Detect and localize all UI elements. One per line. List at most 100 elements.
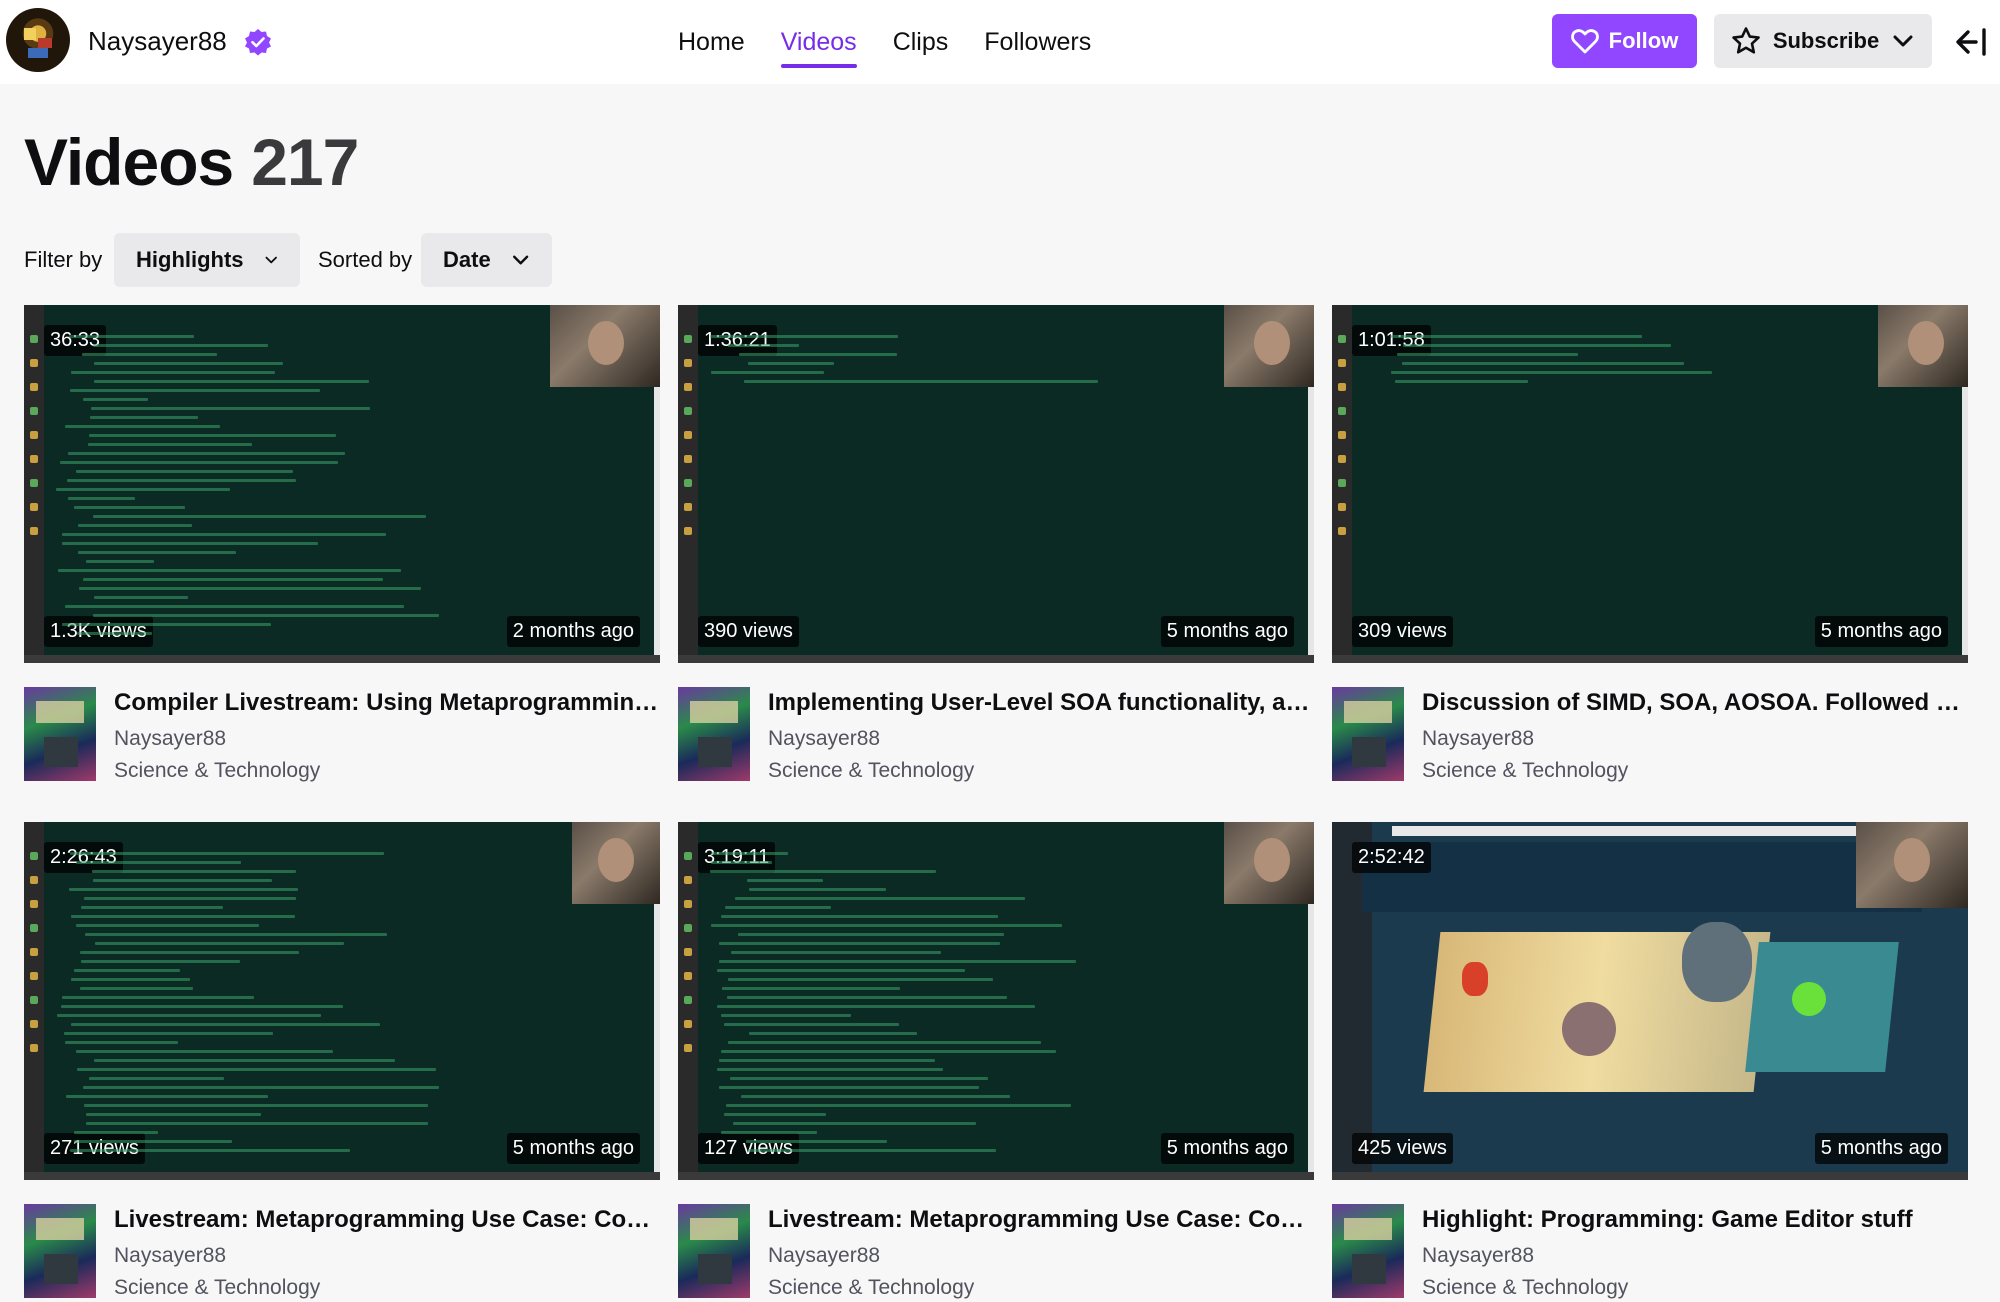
editor-gutter-icon: [30, 503, 38, 511]
code-line: [1391, 371, 1712, 374]
code-line: [78, 524, 192, 527]
video-title[interactable]: Implementing User-Level SOA functionalit…: [768, 689, 1314, 717]
code-line: [95, 942, 344, 945]
video-title[interactable]: Livestream: Metaprogramming Use Case: Co…: [768, 1206, 1314, 1234]
tab-home[interactable]: Home: [660, 0, 763, 84]
editor-gutter-icon: [30, 948, 38, 956]
code-line: [69, 335, 194, 338]
code-line: [719, 1086, 979, 1089]
sort-dropdown[interactable]: Date: [421, 233, 552, 287]
collapse-chat-icon[interactable]: [1952, 26, 1988, 58]
video-category[interactable]: Science & Technology: [1422, 759, 1628, 783]
video-channel[interactable]: Naysayer88: [768, 727, 880, 751]
editor-gutter-icon: [684, 455, 692, 463]
code-line: [84, 897, 296, 900]
video-category[interactable]: Science & Technology: [768, 759, 974, 783]
code-line: [741, 1095, 1010, 1098]
code-line: [719, 942, 1000, 945]
code-line: [74, 969, 180, 972]
video-thumbnail[interactable]: 2:26:43 271 views 5 months ago: [24, 822, 660, 1180]
category-box-art[interactable]: [678, 1204, 750, 1298]
editor-gutter-icon: [1338, 407, 1346, 415]
code-line: [1395, 380, 1528, 383]
webcam-overlay: [1878, 305, 1968, 387]
views-badge: 425 views: [1352, 1133, 1453, 1164]
video-thumbnail[interactable]: 3:19:11 127 views 5 months ago: [678, 822, 1314, 1180]
editor-gutter-icon: [1338, 479, 1346, 487]
duration-badge: 1:36:21: [698, 325, 777, 356]
code-line: [58, 569, 401, 572]
code-line: [94, 362, 283, 365]
code-line: [84, 1104, 428, 1107]
code-line: [93, 515, 426, 518]
editor-gutter-icon: [684, 359, 692, 367]
follow-button[interactable]: Follow: [1552, 14, 1697, 68]
video-thumbnail[interactable]: 1:01:58 309 views 5 months ago: [1332, 305, 1968, 663]
video-channel[interactable]: Naysayer88: [768, 1244, 880, 1268]
tab-clips[interactable]: Clips: [875, 0, 967, 84]
code-line: [62, 542, 318, 545]
age-badge: 2 months ago: [506, 616, 640, 647]
channel-name[interactable]: Naysayer88: [88, 26, 227, 57]
code-line: [76, 1050, 333, 1053]
code-line: [70, 1149, 350, 1152]
video-category[interactable]: Science & Technology: [114, 1276, 320, 1300]
age-badge: 5 months ago: [1160, 1133, 1294, 1164]
code-line: [711, 924, 1062, 927]
code-line: [1397, 353, 1578, 356]
editor-gutter-icon: [684, 924, 692, 932]
editor-gutter-icon: [684, 900, 692, 908]
code-line: [80, 951, 299, 954]
video-thumbnail[interactable]: 2:52:42 425 views 5 months ago: [1332, 822, 1968, 1180]
video-category[interactable]: Science & Technology: [114, 759, 320, 783]
editor-gutter-icon: [684, 503, 692, 511]
sort-label: Sorted by: [318, 247, 413, 272]
video-channel[interactable]: Naysayer88: [114, 1244, 226, 1268]
video-channel[interactable]: Naysayer88: [1422, 1244, 1534, 1268]
filter-dropdown[interactable]: Highlights: [114, 233, 300, 287]
video-channel[interactable]: Naysayer88: [114, 727, 226, 751]
code-line: [67, 479, 296, 482]
editor-gutter-icon: [1338, 455, 1346, 463]
category-box-art[interactable]: [1332, 687, 1404, 781]
code-line: [60, 461, 338, 464]
code-line: [711, 371, 824, 374]
code-line: [90, 416, 198, 419]
code-line: [91, 407, 370, 410]
tab-videos[interactable]: Videos: [763, 0, 875, 84]
page-title-text: Videos: [24, 125, 234, 199]
code-line: [77, 632, 152, 635]
category-box-art[interactable]: [24, 687, 96, 781]
code-line: [94, 380, 369, 383]
code-line: [56, 488, 230, 491]
video-title[interactable]: Livestream: Metaprogramming Use Case: Co…: [114, 1206, 660, 1234]
tab-followers[interactable]: Followers: [966, 0, 1109, 84]
video-thumbnail[interactable]: 1:36:21 390 views 5 months ago: [678, 305, 1314, 663]
follow-label: Follow: [1608, 28, 1679, 53]
code-line: [1402, 362, 1684, 365]
category-box-art[interactable]: [1332, 1204, 1404, 1298]
sort-value: Date: [443, 247, 491, 272]
video-thumbnail[interactable]: 36:33 1.3K views 2 months ago: [24, 305, 660, 663]
code-line: [74, 1131, 158, 1134]
video-category[interactable]: Science & Technology: [1422, 1276, 1628, 1300]
channel-avatar[interactable]: [6, 8, 70, 72]
subscribe-button[interactable]: Subscribe: [1714, 14, 1932, 68]
code-line: [724, 1023, 899, 1026]
code-line: [94, 596, 188, 599]
video-title[interactable]: Discussion of SIMD, SOA, AOSOA. Followed…: [1422, 689, 1968, 717]
category-box-art[interactable]: [678, 687, 750, 781]
code-line: [71, 915, 295, 918]
video-title[interactable]: Highlight: Programming: Game Editor stuf…: [1422, 1206, 1968, 1234]
code-line: [74, 1140, 232, 1143]
video-channel[interactable]: Naysayer88: [1422, 727, 1534, 751]
editor-gutter-icon: [30, 479, 38, 487]
video-title[interactable]: Compiler Livestream: Using Metaprogrammi…: [114, 689, 660, 717]
duration-badge: 3:19:11: [698, 842, 776, 873]
code-line: [82, 353, 217, 356]
video-category[interactable]: Science & Technology: [768, 1276, 974, 1300]
age-badge: 5 months ago: [1160, 616, 1294, 647]
code-line: [92, 870, 296, 873]
editor-gutter-icon: [30, 1020, 38, 1028]
category-box-art[interactable]: [24, 1204, 96, 1298]
